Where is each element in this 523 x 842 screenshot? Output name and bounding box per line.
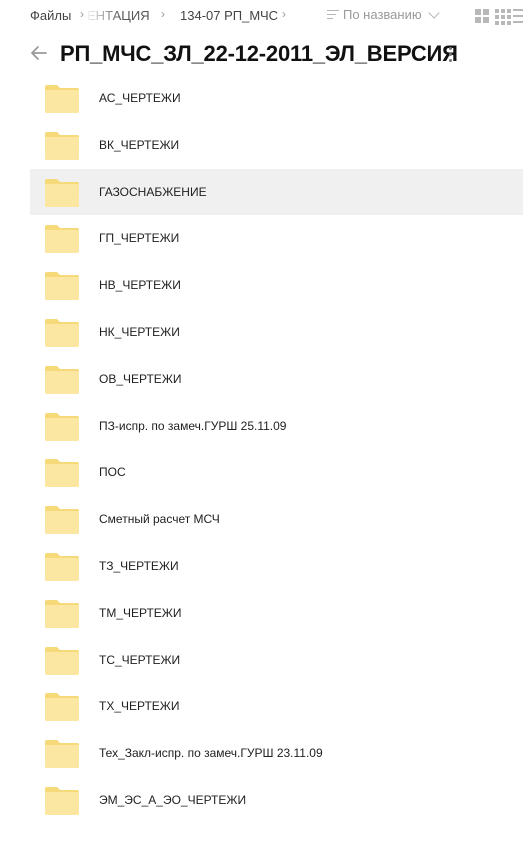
file-list-item[interactable]: ВК_ЧЕРТЕЖИ (30, 122, 523, 169)
file-list-item[interactable]: НК_ЧЕРТЕЖИ (30, 309, 523, 356)
file-name: ПОС (99, 465, 126, 480)
folder-icon (45, 178, 79, 207)
folder-icon (45, 646, 79, 675)
folder-icon (45, 85, 79, 113)
top-bar: Файлы › ЕНТАЦИЯ › 134-07 РП_МЧС › По наз… (0, 0, 523, 32)
breadcrumb-separator: › (80, 7, 84, 21)
file-list-item[interactable]: ТС_ЧЕРТЕЖИ (30, 637, 523, 684)
breadcrumb-current[interactable]: 134-07 РП_МЧС (180, 8, 278, 23)
small-tiles-view-icon[interactable] (495, 9, 511, 25)
file-name: ТМ_ЧЕРТЕЖИ (99, 605, 182, 620)
breadcrumb-root[interactable]: Файлы (30, 8, 71, 23)
folder-icon (45, 131, 79, 160)
folder-icon (45, 225, 79, 254)
more-options-icon[interactable] (449, 47, 453, 63)
folder-icon (45, 506, 79, 535)
sort-dropdown[interactable]: По названию (327, 6, 440, 22)
file-name: ПЗ-испр. по замеч.ГУРШ 25.11.09 (99, 418, 287, 433)
folder-icon (45, 693, 79, 722)
breadcrumb-separator: › (161, 7, 165, 21)
folder-icon (45, 412, 79, 441)
folder-icon (45, 272, 79, 301)
file-list-item[interactable]: НВ_ЧЕРТЕЖИ (30, 262, 523, 309)
file-list-item[interactable]: ТЗ_ЧЕРТЕЖИ (30, 543, 523, 590)
file-name: ОВ_ЧЕРТЕЖИ (99, 371, 182, 386)
folder-icon (45, 365, 79, 394)
file-name: НК_ЧЕРТЕЖИ (99, 324, 180, 339)
file-list-item[interactable]: ГП_ЧЕРТЕЖИ (30, 215, 523, 262)
file-name: ЭМ_ЭС_А_ЭО_ЧЕРТЕЖИ (99, 792, 247, 807)
file-list-item[interactable]: ОВ_ЧЕРТЕЖИ (30, 356, 523, 403)
file-list-item[interactable]: АС_ЧЕРТЕЖИ (30, 75, 523, 122)
folder-icon (45, 786, 79, 815)
title-row: РП_МЧС_ЗЛ_22-12-2011_ЭЛ_ВЕРСИЯ (0, 36, 523, 74)
sort-icon (327, 9, 339, 20)
file-list-item[interactable]: ПЗ-испр. по замеч.ГУРШ 25.11.09 (30, 403, 523, 450)
list-view-icon[interactable] (513, 9, 523, 23)
file-name: ТХ_ЧЕРТЕЖИ (99, 699, 180, 714)
back-arrow-icon[interactable] (30, 44, 48, 62)
file-name: ТС_ЧЕРТЕЖИ (99, 652, 181, 667)
folder-icon (45, 599, 79, 628)
file-name: Сметный расчет МСЧ (99, 512, 220, 527)
file-list-item[interactable]: Тех_Закл-испр. по замеч.ГУРШ 23.11.09 (30, 730, 523, 777)
large-tiles-view-icon[interactable] (475, 9, 489, 23)
file-name: ГАЗОСНАБЖЕНИЕ (99, 184, 207, 199)
file-list-item[interactable]: ГАЗОСНАБЖЕНИЕ (30, 168, 523, 216)
page-title: РП_МЧС_ЗЛ_22-12-2011_ЭЛ_ВЕРСИЯ (60, 41, 458, 66)
breadcrumb-separator: › (282, 7, 286, 21)
file-name: АС_ЧЕРТЕЖИ (99, 91, 181, 105)
file-name: ВК_ЧЕРТЕЖИ (99, 137, 180, 152)
file-list-item[interactable]: ТМ_ЧЕРТЕЖИ (30, 590, 523, 637)
file-list-item[interactable]: Сметный расчет МСЧ (30, 496, 523, 543)
file-list-item[interactable]: ЭМ_ЭС_А_ЭО_ЧЕРТЕЖИ (30, 777, 523, 824)
breadcrumb-parent[interactable]: ЕНТАЦИЯ (87, 8, 150, 23)
folder-icon (45, 459, 79, 488)
folder-icon (45, 740, 79, 769)
file-list-item[interactable]: ПОС (30, 449, 523, 496)
file-list-item[interactable]: ТХ_ЧЕРТЕЖИ (30, 683, 523, 730)
file-list: АС_ЧЕРТЕЖИ ВК_ЧЕРТЕЖИ ГАЗОСНАБЖЕНИЕ ГП_ЧЕРТ… (30, 75, 523, 824)
file-name: ТЗ_ЧЕРТЕЖИ (99, 558, 179, 573)
file-name: Тех_Закл-испр. по замеч.ГУРШ 23.11.09 (99, 746, 323, 761)
folder-icon (45, 318, 79, 347)
folder-icon (45, 552, 79, 581)
file-name: НВ_ЧЕРТЕЖИ (99, 278, 181, 293)
file-name: ГП_ЧЕРТЕЖИ (99, 231, 180, 246)
sort-label: По названию (343, 7, 422, 22)
chevron-down-icon (427, 6, 440, 19)
